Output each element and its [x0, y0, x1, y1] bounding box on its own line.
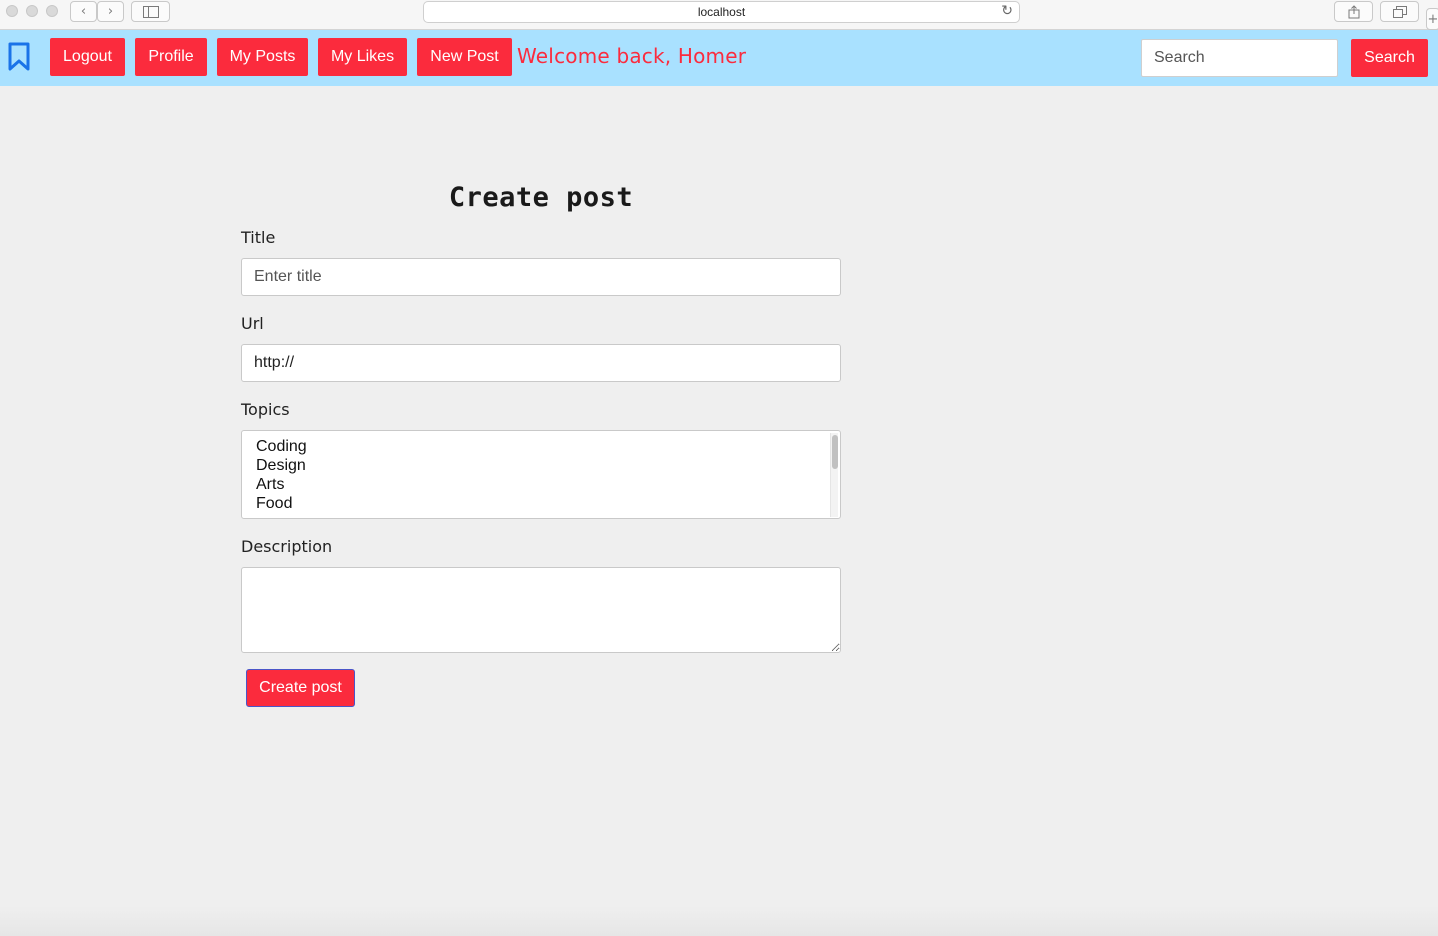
profile-button[interactable]: Profile: [135, 38, 207, 76]
create-post-button[interactable]: Create post: [246, 669, 355, 707]
sidebar-button[interactable]: [131, 1, 170, 22]
zoom-window-icon[interactable]: [46, 5, 58, 17]
search-input[interactable]: [1141, 39, 1338, 77]
topic-option[interactable]: Design: [256, 456, 840, 475]
topic-option[interactable]: Coding: [256, 437, 840, 456]
chevron-left-icon: ‹: [80, 4, 87, 19]
topics-label: Topics: [241, 400, 290, 419]
url-label: Url: [241, 314, 264, 333]
topic-option[interactable]: Food: [256, 494, 840, 513]
share-button[interactable]: [1334, 1, 1373, 22]
address-text: localhost: [697, 5, 746, 19]
address-bar[interactable]: localhost ↻: [423, 1, 1020, 23]
description-label: Description: [241, 537, 333, 556]
description-field[interactable]: [241, 567, 841, 653]
url-field[interactable]: [241, 344, 841, 382]
bookmark-icon[interactable]: [8, 42, 30, 72]
search-button[interactable]: Search: [1351, 39, 1428, 77]
logout-button[interactable]: Logout: [50, 38, 125, 76]
browser-toolbar: ‹ › localhost ↻ +: [0, 0, 1438, 30]
tabs-icon: [1392, 5, 1407, 18]
close-window-icon[interactable]: [6, 5, 18, 17]
new-post-button[interactable]: New Post: [417, 38, 512, 76]
new-tab-button[interactable]: +: [1426, 8, 1438, 30]
reload-icon[interactable]: ↻: [1001, 3, 1013, 19]
title-label: Title: [241, 228, 276, 247]
topics-scrollbar[interactable]: [830, 433, 838, 517]
title-field[interactable]: [241, 258, 841, 296]
page-title: Create post: [448, 182, 634, 213]
my-posts-button[interactable]: My Posts: [217, 38, 308, 76]
welcome-message: Welcome back, Homer: [517, 44, 747, 68]
sidebar-icon: [142, 5, 159, 18]
page-footer-shade: [0, 906, 1438, 936]
topics-select[interactable]: Coding Design Arts Food: [241, 430, 841, 519]
back-button[interactable]: ‹: [70, 1, 97, 22]
forward-button[interactable]: ›: [97, 1, 124, 22]
minimize-window-icon[interactable]: [26, 5, 38, 17]
topic-option[interactable]: Arts: [256, 475, 840, 494]
plus-icon: +: [1427, 11, 1438, 27]
scrollbar-thumb[interactable]: [832, 435, 838, 469]
share-icon: [1348, 4, 1359, 18]
tabs-button[interactable]: [1380, 1, 1419, 22]
chevron-right-icon: ›: [107, 4, 114, 19]
my-likes-button[interactable]: My Likes: [318, 38, 407, 76]
